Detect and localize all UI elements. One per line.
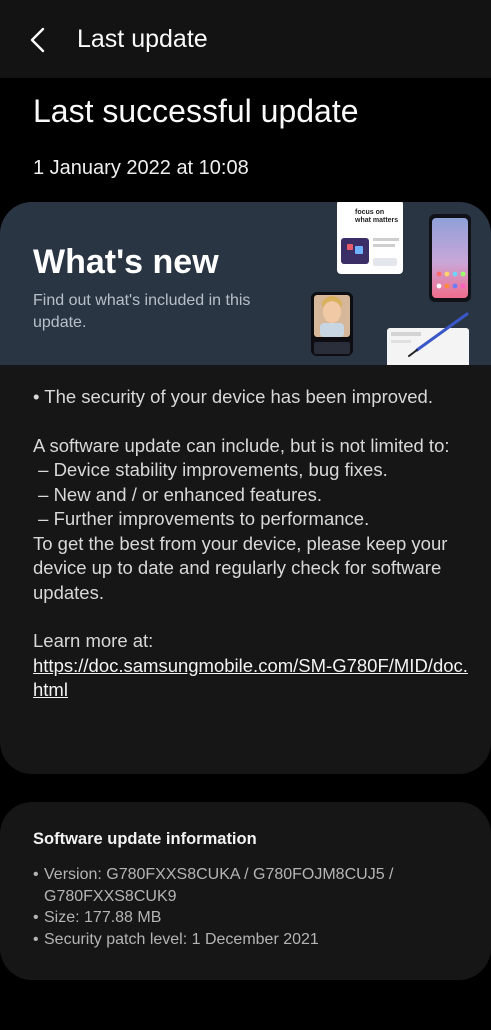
app-bar: Last update: [0, 0, 491, 78]
security-improvement-text: • The security of your device has been i…: [33, 386, 433, 407]
version-row: • Version: G780FXXS8CUKA / G780FOJM8CUJ5…: [33, 864, 463, 907]
flip-phone-illustration: [311, 292, 353, 356]
back-button[interactable]: [18, 20, 58, 60]
bullet: •: [33, 909, 39, 926]
list-item: – New and / or enhanced features.: [33, 483, 322, 505]
whats-new-details: • The security of your device has been i…: [33, 385, 473, 703]
list-item: – Device stability improvements, bug fix…: [33, 459, 388, 480]
size-text: Size: 177.88 MB: [44, 909, 162, 926]
learn-more-label: Learn more at:: [33, 630, 154, 651]
page-title: Last successful update: [33, 93, 359, 129]
whats-new-banner: What's new Find out what's included in t…: [0, 202, 491, 365]
version-text: Version: G780FXXS8CUKA / G780FOJM8CUJ5 /…: [44, 866, 394, 905]
update-date: 1 January 2022 at 10:08: [33, 157, 249, 179]
software-info-list: • Version: G780FXXS8CUKA / G780FOJM8CUJ5…: [33, 864, 463, 950]
learn-more-link[interactable]: https://doc.samsungmobile.com/SM-G780F/M…: [33, 654, 473, 703]
update-intro-text: A software update can include, but is no…: [33, 434, 450, 456]
advice-text: To get the best from your device, please…: [33, 532, 448, 603]
phone-illustration: [429, 214, 471, 302]
laptop-illustration: [387, 312, 469, 365]
whats-new-subtitle: Find out what's included in this update.: [33, 292, 251, 331]
bullet: •: [33, 866, 39, 883]
bullet: •: [33, 930, 39, 948]
patch-row: • Security patch level: 1 December 2021: [33, 929, 463, 951]
software-info-card: Software update information • Version: G…: [0, 802, 491, 980]
whats-new-card: What's new Find out what's included in t…: [0, 202, 491, 774]
app-bar-title: Last update: [77, 25, 208, 53]
list-item: – Further improvements to performance.: [33, 508, 370, 529]
size-row: • Size: 177.88 MB: [33, 907, 463, 929]
tablet-illustration: focus on what matters: [337, 202, 403, 274]
devices-illustration: focus on what matters: [311, 202, 471, 365]
security-patch-text: Security patch level: 1 December 2021: [44, 930, 319, 948]
software-info-title: Software update information: [33, 830, 257, 848]
whats-new-title: What's new: [33, 243, 219, 281]
chevron-left-icon: [30, 27, 45, 53]
